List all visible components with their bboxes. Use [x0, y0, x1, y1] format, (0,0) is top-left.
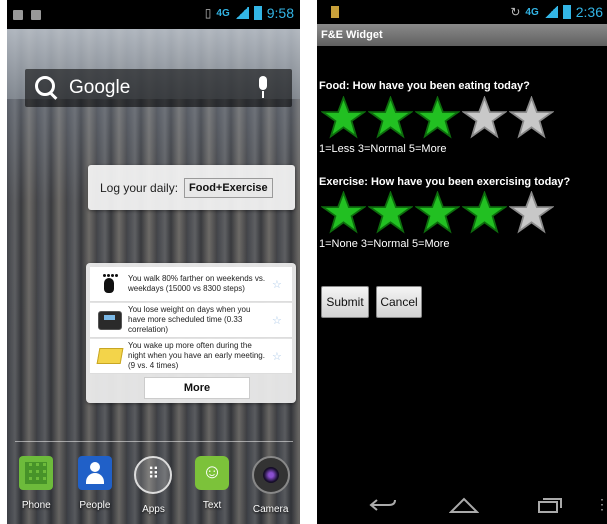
- dock-divider: [15, 441, 293, 442]
- microphone-icon[interactable]: [256, 76, 270, 100]
- dock-app-people[interactable]: People: [70, 456, 120, 524]
- star-filled-icon[interactable]: [368, 191, 413, 234]
- star-filled-icon[interactable]: [321, 191, 366, 234]
- clock: 9:58: [266, 5, 294, 21]
- back-icon[interactable]: [369, 496, 397, 514]
- battery-icon: [253, 6, 262, 20]
- star-empty-icon[interactable]: [509, 96, 554, 139]
- star-empty-icon[interactable]: [509, 191, 554, 234]
- dock-label: Text: [202, 500, 222, 511]
- search-brand: Google: [69, 77, 131, 98]
- insight-item[interactable]: You wake up more often during the night …: [90, 339, 292, 374]
- camera-icon: [251, 456, 290, 494]
- star-filled-icon[interactable]: [368, 96, 413, 139]
- log-daily-label: Log your daily:: [100, 180, 179, 195]
- apps-icon: [134, 456, 173, 494]
- status-bar: ▯ 4G 9:58: [7, 0, 300, 29]
- log-daily-widget: Log your daily: Food+Exercise: [88, 165, 295, 210]
- food-exercise-button[interactable]: Food+Exercise: [184, 177, 273, 198]
- notification-icon: [331, 6, 339, 18]
- text-icon: [195, 456, 230, 490]
- star-filled-icon[interactable]: [462, 191, 507, 234]
- dock: Phone People Apps Text Camera: [7, 456, 300, 524]
- star-empty-icon[interactable]: [462, 96, 507, 139]
- dock-app-apps[interactable]: Apps: [128, 456, 178, 524]
- star-filled-icon[interactable]: [415, 96, 460, 139]
- exercise-question: Exercise: How have you been exercising t…: [319, 176, 571, 188]
- star-filled-icon[interactable]: [321, 96, 366, 139]
- people-icon: [77, 456, 112, 490]
- favorite-star-icon[interactable]: ☆: [272, 314, 282, 327]
- dock-label: People: [79, 500, 111, 511]
- sync-icon: ↻: [510, 5, 521, 19]
- food-question: Food: How have you been eating today?: [319, 80, 530, 92]
- star-filled-icon[interactable]: [415, 191, 460, 234]
- navigation-bar: ⋮: [317, 490, 607, 524]
- menu-icon[interactable]: ⋮: [595, 496, 607, 513]
- battery-icon: [562, 5, 571, 19]
- insight-text: You lose weight on days when you have mo…: [128, 305, 251, 334]
- insight-item[interactable]: You walk 80% farther on weekends vs. wee…: [90, 267, 292, 302]
- dock-app-phone[interactable]: Phone: [11, 456, 61, 524]
- notification-icon: [13, 10, 23, 20]
- home-screen: ▯ 4G 9:58 Google Log your daily: Food+Ex…: [7, 0, 300, 524]
- favorite-star-icon[interactable]: ☆: [272, 278, 282, 291]
- insight-text: You walk 80% farther on weekends vs. wee…: [128, 274, 266, 293]
- vibrate-icon: ▯: [204, 6, 212, 20]
- insight-text: You wake up more often during the night …: [128, 341, 265, 370]
- recent-apps-icon[interactable]: [537, 496, 563, 514]
- cancel-button[interactable]: Cancel: [376, 286, 422, 318]
- search-icon[interactable]: [33, 75, 59, 101]
- favorite-star-icon[interactable]: ☆: [272, 350, 282, 363]
- exercise-rating[interactable]: [321, 191, 554, 234]
- signal-icon: [543, 6, 558, 18]
- dock-label: Phone: [21, 500, 51, 511]
- dock-app-camera[interactable]: Camera: [246, 456, 296, 524]
- submit-button[interactable]: Submit: [321, 286, 369, 318]
- notification-icon-2: [31, 10, 41, 20]
- dock-label: Apps: [142, 504, 165, 515]
- food-scale-text: 1=Less 3=Normal 5=More: [319, 143, 447, 155]
- google-search-bar[interactable]: Google: [25, 69, 292, 107]
- food-rating[interactable]: [321, 96, 554, 139]
- network-label: 4G: [216, 7, 230, 19]
- insight-item[interactable]: You lose weight on days when you have mo…: [90, 303, 292, 338]
- insights-widget: You walk 80% farther on weekends vs. wee…: [86, 263, 296, 403]
- more-button[interactable]: More: [144, 377, 250, 399]
- status-bar: ↻ 4G 2:36: [317, 0, 607, 24]
- dock-app-text[interactable]: Text: [187, 456, 237, 524]
- clock: 2:36: [575, 4, 603, 20]
- network-label: 4G: [525, 6, 539, 18]
- notepad-icon: [96, 344, 124, 368]
- phone-icon: [19, 456, 54, 490]
- exercise-scale-text: 1=None 3=Normal 5=More: [319, 238, 450, 250]
- dock-label: Camera: [252, 504, 289, 515]
- home-icon[interactable]: [449, 496, 479, 514]
- signal-icon: [234, 7, 249, 19]
- app-title: F&E Widget: [317, 24, 607, 46]
- scale-icon: [96, 308, 124, 332]
- footprint-icon: [96, 272, 124, 296]
- fe-widget-screen: ↻ 4G 2:36 F&E Widget Food: How have you …: [317, 0, 607, 524]
